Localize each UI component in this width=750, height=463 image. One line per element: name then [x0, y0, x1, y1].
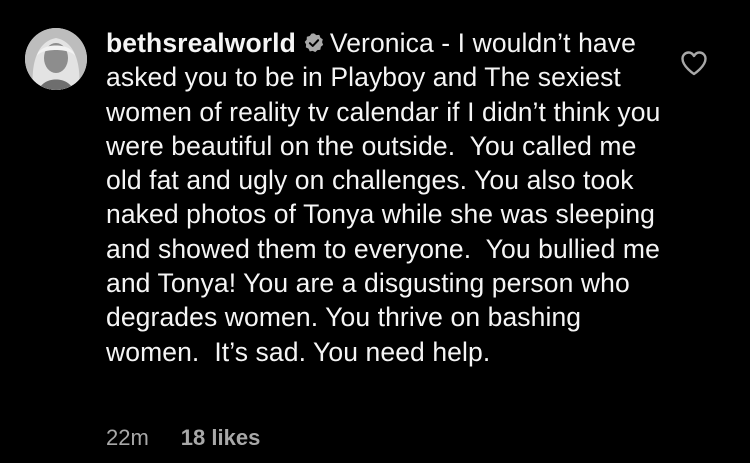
- avatar[interactable]: [25, 28, 87, 90]
- comment: bethsrealworld Veronica - I wouldn’t have…: [0, 0, 750, 463]
- avatar-photo: [25, 28, 87, 90]
- comment-text: Veronica - I wouldn’t have asked you to …: [106, 28, 668, 367]
- verified-badge-icon: [303, 28, 325, 53]
- comment-meta: 22m 18 likes: [106, 425, 260, 451]
- likes-count[interactable]: 18 likes: [181, 425, 261, 451]
- timestamp: 22m: [106, 425, 149, 450]
- heart-outline-icon[interactable]: [680, 50, 708, 76]
- username-link[interactable]: bethsrealworld: [106, 28, 296, 58]
- comment-body: bethsrealworld Veronica - I wouldn’t have…: [106, 26, 666, 369]
